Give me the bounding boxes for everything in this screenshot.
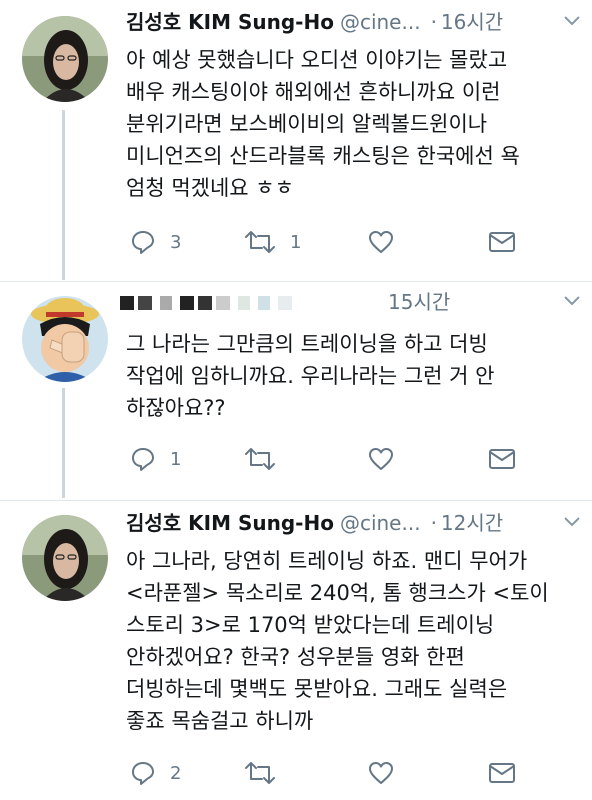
like-icon <box>369 231 393 253</box>
chevron-down-icon[interactable] <box>564 16 580 26</box>
avatar[interactable] <box>22 296 108 382</box>
tweet-text-line: 엄청 먹겠네요 ㅎㅎ <box>126 176 294 200</box>
reply-count: 1 <box>170 448 182 470</box>
retweet-icon <box>245 231 275 253</box>
tweet-actions: 1 <box>126 442 592 476</box>
message-button[interactable] <box>488 756 516 790</box>
tweet-header: 김성호 KIM Sung-Ho @cine... · 12시간 <box>126 507 592 539</box>
tweet-text: 그 나라는 그만큼의 트레이닝을 하고 더빙 작업에 임하니까요. 우리나라는 … <box>126 328 574 424</box>
tweet-text: 아 예상 못했습니다 오디션 이야기는 몰랐고 배우 캐스팅이야 해외에선 흔하… <box>126 44 574 204</box>
tweet-actions: 3 1 <box>126 225 592 259</box>
message-icon <box>489 232 515 252</box>
retweet-icon <box>245 448 275 470</box>
reply-count: 2 <box>170 762 182 784</box>
chevron-down-icon[interactable] <box>564 517 580 527</box>
tweet-text-line: 안하겠어요? 한국? 성우분들 영화 한편 <box>126 645 465 669</box>
tweet-header: 김성호 KIM Sung-Ho @cine... · 16시간 <box>126 6 592 38</box>
tweet-text-line: 아 그나라, 당연히 트레이닝 하죠. 맨디 무어가 <box>126 549 528 573</box>
tweet[interactable]: 김성호 KIM Sung-Ho @cine... · 12시간 아 그나라, 당연히 … <box>0 501 592 800</box>
redacted-name <box>120 296 300 312</box>
retweet-button[interactable] <box>244 442 290 476</box>
message-icon <box>489 763 515 783</box>
reply-icon <box>132 448 154 471</box>
tweet-text-line: 스토리 3>로 170억 받았다는데 트레이닝 <box>126 613 495 637</box>
like-icon <box>369 762 393 784</box>
tweet-text-line: 그 나라는 그만큼의 트레이닝을 하고 더빙 <box>126 332 488 356</box>
tweet-header: 15시간 <box>120 286 592 318</box>
retweet-button[interactable] <box>244 756 290 790</box>
tweet-text-line: 더빙하는데 몇백도 못받아요. 그래도 실력은 <box>126 677 508 701</box>
reply-count: 3 <box>170 231 182 253</box>
tweet-text-line: <라푼젤> 목소리로 240억, 톰 행크스가 <토이 <box>126 581 549 605</box>
tweet-time[interactable]: 15시간 <box>388 286 450 318</box>
tweet-text-line: 아 예상 못했습니다 오디션 이야기는 몰랐고 <box>126 48 508 72</box>
like-button[interactable] <box>368 756 394 790</box>
retweet-icon <box>245 762 275 784</box>
like-button[interactable] <box>368 225 394 259</box>
chevron-down-icon[interactable] <box>564 296 580 306</box>
author-handle[interactable]: @cine... <box>340 511 421 535</box>
retweet-button[interactable]: 1 <box>244 225 301 259</box>
reply-button[interactable]: 3 <box>130 225 181 259</box>
reply-button[interactable]: 2 <box>130 756 181 790</box>
message-icon <box>489 449 515 469</box>
author-handle[interactable]: @cine... <box>340 10 421 34</box>
tweet-text-line: 작업에 임하니까요. 우리나라는 그런 거 안 <box>126 364 495 388</box>
tweet-text-line: 좋죠 목숨걸고 하니까 <box>126 709 314 733</box>
message-button[interactable] <box>488 442 516 476</box>
retweet-count: 1 <box>290 231 302 253</box>
tweet-text-line: 배우 캐스팅이야 해외에선 흔하니까요 이런 <box>126 80 501 104</box>
tweet[interactable]: 김성호 KIM Sung-Ho @cine... · 16시간 아 예상 못했습니다 … <box>0 0 592 280</box>
separator: · <box>430 511 437 535</box>
tweet-time[interactable]: 12시간 <box>441 511 503 535</box>
tweet-text-line: 미니언즈의 산드라블록 캐스팅은 한국에선 욕 <box>126 144 520 168</box>
tweet-time[interactable]: 16시간 <box>441 10 503 34</box>
like-button[interactable] <box>368 442 394 476</box>
avatar[interactable] <box>22 16 108 102</box>
message-button[interactable] <box>488 225 516 259</box>
reply-icon <box>132 762 154 785</box>
reply-icon <box>132 231 154 254</box>
author-name[interactable]: 김성호 KIM Sung-Ho <box>126 10 334 34</box>
tweet-text-line: 분위기라면 보스베이비의 알렉볼드윈이나 <box>126 112 488 136</box>
separator: · <box>430 10 437 34</box>
tweet-text-line: 하잖아요?? <box>126 396 226 420</box>
reply-button[interactable]: 1 <box>130 442 181 476</box>
tweet-text: 아 그나라, 당연히 트레이닝 하죠. 맨디 무어가 <라푼젤> 목소리로 24… <box>126 545 574 737</box>
tweet-actions: 2 <box>126 756 592 790</box>
avatar[interactable] <box>22 515 108 601</box>
author-name[interactable]: 김성호 KIM Sung-Ho <box>126 511 334 535</box>
tweet[interactable]: 15시간 그 나라는 그만큼의 트레이닝을 하고 더빙 작업에 임하니까요. 우… <box>0 282 592 500</box>
like-icon <box>369 448 393 470</box>
